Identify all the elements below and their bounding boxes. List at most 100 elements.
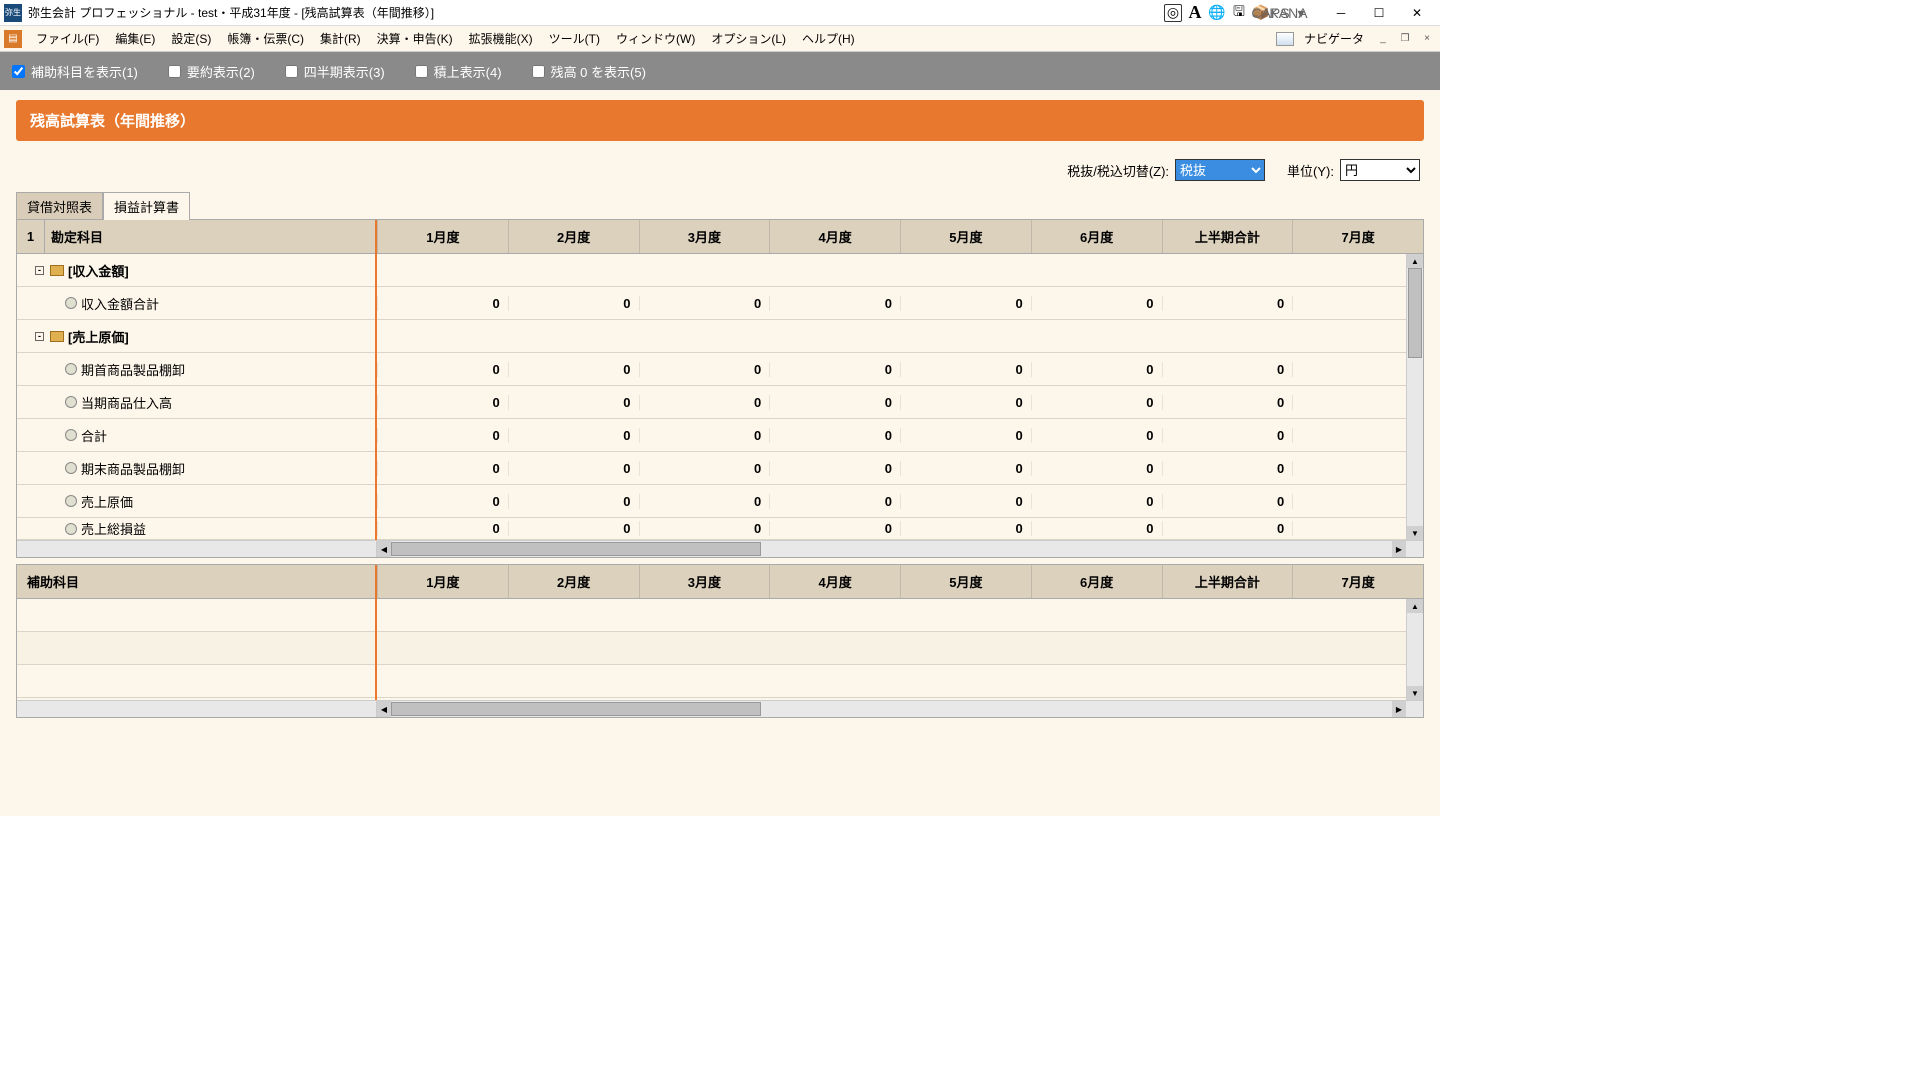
navigator-label[interactable]: ナビゲータ	[1298, 30, 1370, 47]
menu-item[interactable]: 帳簿・伝票(C)	[219, 26, 312, 51]
scroll-right-icon[interactable]: ▶	[1392, 541, 1406, 557]
month-header: 1月度	[377, 565, 508, 598]
mdi-restore-button[interactable]: ❐	[1396, 32, 1414, 46]
value-cell: 0	[377, 494, 508, 509]
mdi-minimize-button[interactable]: _	[1374, 32, 1392, 46]
month-header: 7月度	[1292, 565, 1423, 598]
app-icon: 弥生	[4, 4, 22, 22]
account-row[interactable]: 当期商品仕入高	[17, 386, 375, 419]
sub-horizontal-scrollbar[interactable]: ◀ ▶	[17, 700, 1423, 717]
main-horizontal-scrollbar[interactable]: ◀ ▶	[17, 540, 1423, 557]
value-cell: 0	[1031, 521, 1162, 536]
option-checkbox[interactable]	[532, 65, 545, 78]
close-button[interactable]: ✕	[1398, 2, 1436, 24]
display-option[interactable]: 補助科目を表示(1)	[12, 62, 138, 81]
option-checkbox[interactable]	[285, 65, 298, 78]
menu-item[interactable]: ヘルプ(H)	[794, 26, 863, 51]
value-cell: 0	[900, 362, 1031, 377]
menu-item[interactable]: ウィンドウ(W)	[608, 26, 703, 51]
value-cell: 0	[1162, 428, 1293, 443]
tax-toggle-select[interactable]: 税抜	[1175, 159, 1265, 181]
value-cell: 0	[377, 521, 508, 536]
option-checkbox[interactable]	[12, 65, 25, 78]
menu-item[interactable]: 決算・申告(K)	[369, 26, 461, 51]
tab-損益計算書[interactable]: 損益計算書	[103, 192, 190, 220]
titlebar: 弥生 弥生会計 プロフェッショナル - test・平成31年度 - [残高試算表…	[0, 0, 1440, 26]
value-cell: 0	[1292, 428, 1423, 443]
value-cell: 0	[1292, 362, 1423, 377]
value-cell: 0	[1292, 395, 1423, 410]
account-label: 合計	[81, 426, 107, 445]
scroll-down-icon[interactable]: ▼	[1407, 686, 1423, 700]
mdi-close-button[interactable]: ×	[1418, 32, 1436, 46]
scroll-down-icon[interactable]: ▼	[1407, 526, 1423, 540]
scroll-right-icon[interactable]: ▶	[1392, 701, 1406, 717]
globe-icon[interactable]: 🌐	[1208, 4, 1226, 22]
main-vertical-scrollbar[interactable]: ▲ ▼	[1406, 254, 1423, 540]
account-label: 収入金額合計	[81, 294, 159, 313]
maximize-button[interactable]: ☐	[1360, 2, 1398, 24]
sub-row	[377, 599, 1423, 632]
display-option[interactable]: 残高 0 を表示(5)	[532, 62, 646, 81]
font-icon[interactable]: A	[1186, 4, 1204, 22]
hscroll-thumb[interactable]	[391, 542, 761, 556]
menu-item[interactable]: ツール(T)	[541, 26, 608, 51]
option-label: 補助科目を表示(1)	[31, 62, 138, 81]
account-row[interactable]: -[売上原価]	[17, 320, 375, 353]
account-row[interactable]: 期末商品製品棚卸	[17, 452, 375, 485]
option-checkbox[interactable]	[415, 65, 428, 78]
navigator-icon[interactable]	[1276, 32, 1294, 46]
menu-item[interactable]: ファイル(F)	[28, 26, 107, 51]
account-row[interactable]: 売上原価	[17, 485, 375, 518]
option-label: 残高 0 を表示(5)	[551, 62, 646, 81]
account-row[interactable]: 期首商品製品棚卸	[17, 353, 375, 386]
sub-vertical-scrollbar[interactable]: ▲ ▼	[1406, 599, 1423, 700]
scroll-thumb[interactable]	[1408, 268, 1422, 358]
value-cell: 0	[769, 461, 900, 476]
value-cell: 0	[508, 428, 639, 443]
tab-貸借対照表[interactable]: 貸借対照表	[16, 192, 103, 220]
circle-icon[interactable]: ◎	[1164, 4, 1182, 22]
menu-item[interactable]: 拡張機能(X)	[461, 26, 541, 51]
display-option[interactable]: 要約表示(2)	[168, 62, 255, 81]
account-row[interactable]: 合計	[17, 419, 375, 452]
unit-select[interactable]: 円	[1340, 159, 1420, 181]
option-checkbox[interactable]	[168, 65, 181, 78]
value-cell: 0	[900, 395, 1031, 410]
month-header: 上半期合計	[1162, 220, 1293, 253]
scroll-up-icon[interactable]: ▲	[1407, 599, 1423, 613]
value-cell: 0	[1162, 296, 1293, 311]
value-cell: 0	[508, 362, 639, 377]
save-icon[interactable]: 🖫	[1230, 4, 1248, 22]
level-header[interactable]: 1	[17, 220, 45, 253]
tree-collapse-icon[interactable]: -	[35, 332, 44, 341]
account-row[interactable]: 売上総損益	[17, 518, 375, 540]
menu-item[interactable]: オプション(L)	[703, 26, 794, 51]
value-cell: 0	[639, 428, 770, 443]
value-cell: 0	[900, 521, 1031, 536]
month-header: 3月度	[639, 220, 770, 253]
menu-item[interactable]: 設定(S)	[163, 26, 219, 51]
minimize-button[interactable]: ─	[1322, 2, 1360, 24]
value-cell: 0	[769, 362, 900, 377]
value-row	[377, 254, 1423, 287]
hscroll-thumb[interactable]	[391, 702, 761, 716]
scroll-left-icon[interactable]: ◀	[377, 701, 391, 717]
tree-collapse-icon[interactable]: -	[35, 266, 44, 275]
account-label: 売上原価	[81, 492, 133, 511]
month-header: 上半期合計	[1162, 565, 1293, 598]
account-row[interactable]: -[収入金額]	[17, 254, 375, 287]
scroll-up-icon[interactable]: ▲	[1407, 254, 1423, 268]
value-cell: 0	[508, 395, 639, 410]
value-cell: 0	[1162, 461, 1293, 476]
display-option[interactable]: 積上表示(4)	[415, 62, 502, 81]
account-row[interactable]: 収入金額合計	[17, 287, 375, 320]
menu-item[interactable]: 集計(R)	[312, 26, 369, 51]
value-cell: 0	[900, 461, 1031, 476]
value-row: 00000000	[377, 485, 1423, 518]
scroll-left-icon[interactable]: ◀	[377, 541, 391, 557]
value-cell: 0	[1292, 296, 1423, 311]
value-cell: 0	[508, 461, 639, 476]
menu-item[interactable]: 編集(E)	[107, 26, 163, 51]
display-option[interactable]: 四半期表示(3)	[285, 62, 385, 81]
